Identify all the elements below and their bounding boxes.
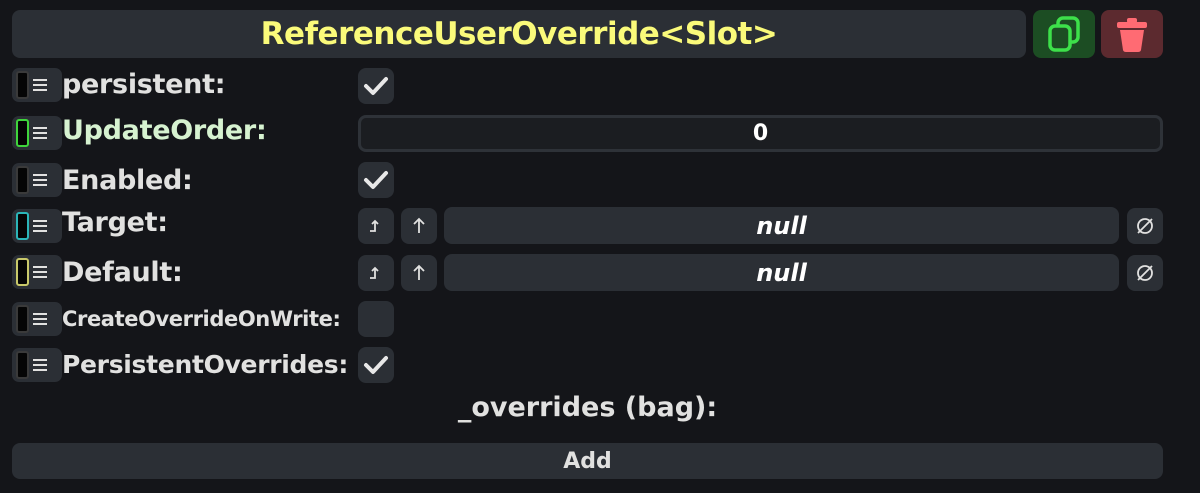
field-handle-target[interactable] <box>12 209 62 243</box>
component-title-bar: ReferenceUserOverride<Slot> <box>12 10 1026 58</box>
component-title: ReferenceUserOverride<Slot> <box>260 16 778 52</box>
field-label-enabled: Enabled: <box>62 165 193 196</box>
default-clear-button[interactable] <box>1127 255 1163 291</box>
jump-to-icon <box>370 266 379 279</box>
jump-to-icon <box>370 219 379 232</box>
checkmark-icon <box>364 356 388 374</box>
drag-handle-icon <box>33 79 47 91</box>
drag-handle-icon <box>33 220 47 232</box>
field-label-persistent-overrides: PersistentOverrides: <box>62 350 349 379</box>
checkmark-icon <box>364 171 388 189</box>
target-jump-button[interactable] <box>358 208 394 244</box>
drag-handle-icon <box>33 359 47 371</box>
duplicate-button[interactable] <box>1033 10 1095 58</box>
persistent-checkbox[interactable] <box>358 68 394 104</box>
field-handle-persistent[interactable] <box>12 68 62 102</box>
type-color-swatch <box>16 119 29 147</box>
null-icon <box>1137 265 1153 281</box>
duplicate-icon <box>1048 16 1080 52</box>
persistent-overrides-checkbox[interactable] <box>358 347 394 383</box>
type-color-swatch <box>16 351 29 379</box>
drag-handle-icon <box>33 313 47 325</box>
trash-icon <box>1117 18 1147 52</box>
type-color-swatch <box>16 71 29 99</box>
type-color-swatch <box>16 258 29 286</box>
delete-button[interactable] <box>1101 10 1163 58</box>
overrides-bag-label: _overrides (bag): <box>457 392 718 423</box>
target-clear-button[interactable] <box>1127 208 1163 244</box>
enabled-checkbox[interactable] <box>358 162 394 198</box>
drag-handle-icon <box>33 127 47 139</box>
arrow-up-icon <box>413 264 425 280</box>
update-order-input[interactable]: 0 <box>358 115 1163 152</box>
field-handle-persistent-overrides[interactable] <box>12 348 62 382</box>
type-color-swatch <box>16 212 29 240</box>
arrow-up-icon <box>413 217 425 233</box>
field-label-target: Target: <box>62 207 168 238</box>
field-handle-update-order[interactable] <box>12 116 62 150</box>
field-label-default: Default: <box>62 257 183 288</box>
target-up-button[interactable] <box>401 208 437 244</box>
add-button[interactable]: Add <box>12 443 1163 479</box>
default-jump-button[interactable] <box>358 255 394 291</box>
checkmark-icon <box>364 77 388 95</box>
type-color-swatch <box>16 166 29 194</box>
field-handle-create-override-on-write[interactable] <box>12 302 62 336</box>
field-label-persistent: persistent: <box>62 69 226 100</box>
null-icon <box>1137 218 1153 234</box>
create-override-on-write-checkbox[interactable] <box>358 301 394 337</box>
field-label-create-override-on-write: CreateOverrideOnWrite: <box>62 307 341 331</box>
target-reference-field[interactable]: null <box>444 207 1119 244</box>
drag-handle-icon <box>33 266 47 278</box>
field-handle-enabled[interactable] <box>12 163 62 197</box>
type-color-swatch <box>16 305 29 333</box>
field-handle-default[interactable] <box>12 255 62 289</box>
drag-handle-icon <box>33 174 47 186</box>
field-label-update-order: UpdateOrder: <box>62 115 267 146</box>
default-reference-field[interactable]: null <box>444 254 1119 291</box>
default-up-button[interactable] <box>401 255 437 291</box>
